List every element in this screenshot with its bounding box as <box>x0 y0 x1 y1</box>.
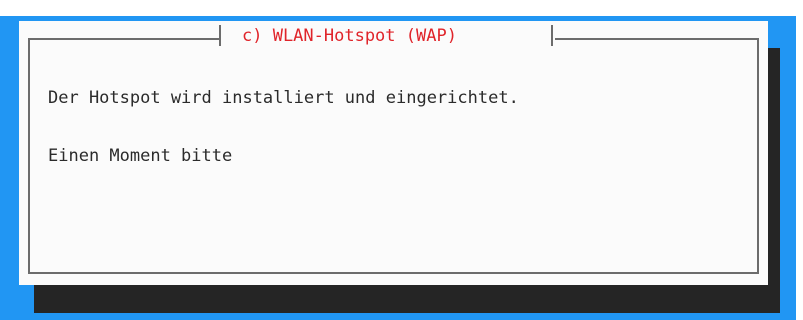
wait-message: Einen Moment bitte <box>48 146 233 166</box>
title-right-separator <box>551 25 553 46</box>
terminal-screen: c) WLAN-Hotspot (WAP) Der Hotspot wird i… <box>0 0 803 320</box>
dialog-title: c) WLAN-Hotspot (WAP) <box>242 26 457 46</box>
status-message: Der Hotspot wird installiert und eingeri… <box>48 88 519 108</box>
progress-dialog: c) WLAN-Hotspot (WAP) Der Hotspot wird i… <box>19 21 768 285</box>
title-left-separator <box>219 25 221 46</box>
